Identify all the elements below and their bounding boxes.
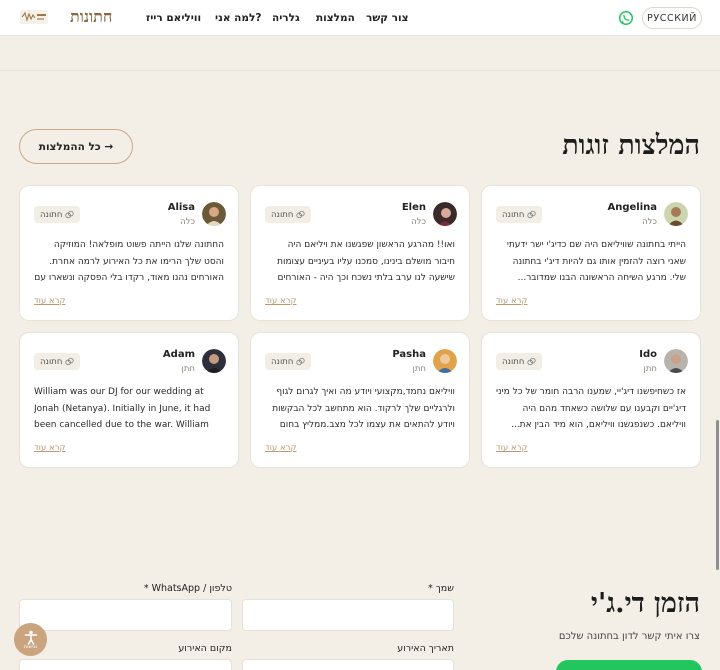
rings-icon — [296, 210, 306, 219]
scrollbar[interactable] — [716, 420, 719, 570]
nav-gallery[interactable]: גלריה — [272, 12, 300, 24]
whatsapp-icon[interactable] — [618, 10, 634, 26]
avatar — [433, 349, 457, 373]
avatar — [664, 202, 688, 226]
nav-recommendations[interactable]: המלצות — [316, 12, 355, 24]
review-text: אז כשחיפשנו דיג'יי, שמענו הרבה חומר של כ… — [496, 387, 686, 430]
logo-image[interactable] — [20, 10, 48, 24]
category-tag: חתונה — [496, 206, 543, 223]
reviewer-name: Elen — [401, 202, 426, 213]
avatar — [202, 349, 226, 373]
testimonial-card: Alisa כלה חתונה החתונה שלנו הייתה פשוט מ… — [19, 185, 239, 321]
date-label: תאריך האירוע — [397, 643, 454, 654]
reviewer-role: כלה — [411, 217, 426, 227]
rings-icon — [527, 357, 537, 366]
reviewer-name: Angelina — [607, 202, 657, 213]
tag-label: חתונה — [40, 209, 63, 220]
reviewer-name: Alisa — [167, 202, 195, 213]
logo-text[interactable]: חתונות — [70, 7, 112, 27]
site-header: РУССКИЙ צור קשר המלצות גלריה למה אני? וו… — [0, 0, 720, 36]
read-more-link[interactable]: קרא עוד — [496, 443, 528, 453]
category-tag: חתונה — [34, 206, 81, 223]
rings-icon — [296, 357, 306, 366]
testimonial-card: Angelina כלה חתונה הייתי בחתונה שוויליאם… — [481, 185, 701, 321]
reviewer-name: Ido — [639, 349, 657, 360]
category-tag: חתונה — [496, 353, 543, 370]
avatar — [202, 202, 226, 226]
testimonial-card: Adam חתן חתונה William was our DJ for ou… — [19, 332, 239, 468]
date-field[interactable] — [242, 659, 454, 670]
section-divider — [0, 70, 720, 71]
whatsapp-cta-button[interactable] — [556, 660, 702, 670]
reviewer-role: כלה — [180, 217, 195, 227]
category-tag: חתונה — [34, 353, 81, 370]
nav-william-rice[interactable]: וויליאם רייז — [146, 12, 201, 24]
reviewer-role: חתן — [181, 364, 195, 374]
testimonial-card: Elen כלה חתונה ואו!! מהרגע הראשון שפגשנו… — [250, 185, 470, 321]
read-more-link[interactable]: קרא עוד — [265, 296, 297, 306]
name-field[interactable] — [242, 599, 454, 631]
tag-label: חתונה — [271, 209, 294, 220]
venue-field[interactable] — [19, 659, 232, 670]
review-text: ואו!! מהרגע הראשון שפגשנו את ויליאם היה … — [277, 240, 455, 283]
rings-icon — [527, 210, 537, 219]
review-text: וויליאם נחמד,מקצועי ויודע מה ואיך לגרום … — [272, 387, 455, 430]
category-tag: חתונה — [265, 206, 312, 223]
reviewer-role: כלה — [642, 217, 657, 227]
accessibility-icon — [24, 630, 37, 645]
avatar — [433, 202, 457, 226]
nav-why-me[interactable]: למה אני? — [215, 12, 261, 24]
phone-label: טלפון / WhatsApp * — [143, 583, 232, 594]
tag-label: חתונה — [502, 356, 525, 367]
booking-title: הזמן די.ג'י — [590, 588, 700, 619]
reviewer-role: חתן — [412, 364, 426, 374]
accessibility-button[interactable]: נגישות — [14, 623, 47, 656]
testimonial-card: Ido חתן חתונה אז כשחיפשנו דיג'יי, שמענו … — [481, 332, 701, 468]
phone-field[interactable] — [19, 599, 232, 631]
testimonial-card: Pasha חתן חתונה וויליאם נחמד,מקצועי ויוד… — [250, 332, 470, 468]
read-more-link[interactable]: קרא עוד — [265, 443, 297, 453]
booking-subtitle: צרו איתי קשר לדון בחתונה שלכם — [558, 631, 700, 642]
accessibility-label: נגישות — [23, 643, 38, 650]
name-label: שמך * — [427, 583, 454, 594]
review-text: הייתי בחתונה שוויליאם היה שם כדיג'י ישר … — [506, 240, 686, 283]
all-recommendations-button[interactable]: כל ההמלצות → — [19, 129, 133, 164]
category-tag: חתונה — [265, 353, 312, 370]
reviewer-name: Adam — [162, 349, 195, 360]
nav-contact[interactable]: צור קשר — [366, 12, 408, 24]
rings-icon — [65, 357, 75, 366]
read-more-link[interactable]: קרא עוד — [34, 443, 66, 453]
reviewer-role: חתן — [643, 364, 657, 374]
rings-icon — [65, 210, 75, 219]
read-more-link[interactable]: קרא עוד — [496, 296, 528, 306]
read-more-link[interactable]: קרא עוד — [34, 296, 66, 306]
avatar — [664, 349, 688, 373]
tag-label: חתונה — [40, 356, 63, 367]
review-text: William was our DJ for our wedding at Jo… — [34, 387, 211, 430]
language-button[interactable]: РУССКИЙ — [642, 7, 702, 29]
tag-label: חתונה — [502, 209, 525, 220]
tag-label: חתונה — [271, 356, 294, 367]
recommendations-title: המלצות זוגות — [562, 130, 700, 161]
venue-label: מקום האירוע — [178, 643, 232, 654]
reviewer-name: Pasha — [392, 349, 426, 360]
review-text: החתונה שלנו הייתה פשוט מופלאה! המוזיקה ו… — [34, 240, 224, 283]
